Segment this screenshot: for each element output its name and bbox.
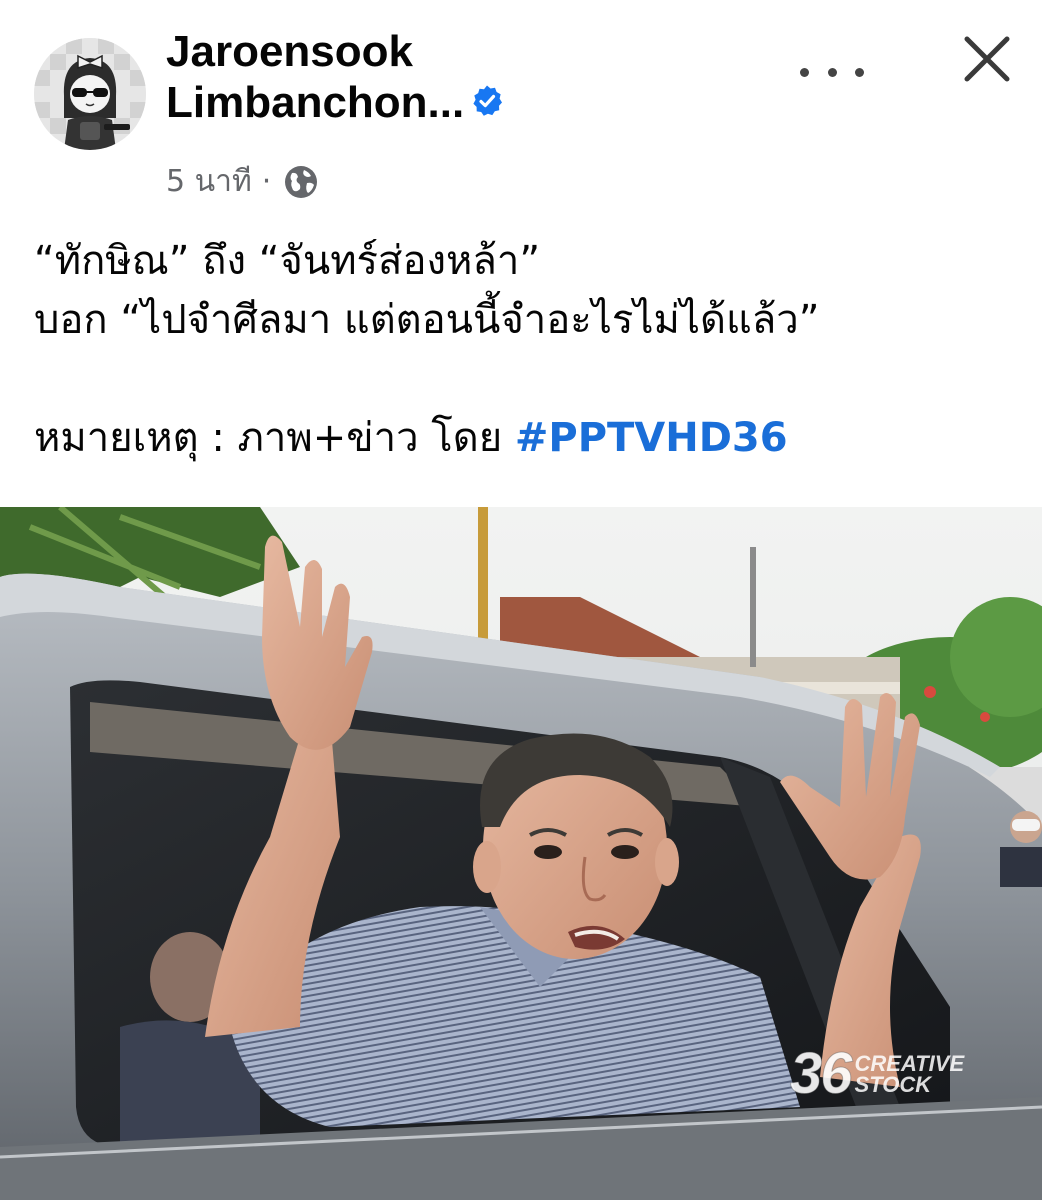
post-time[interactable]: 5 นาที [166, 158, 252, 205]
post-card: Jaroensook Limbanchon... 5 นาที · “ทักษิ… [0, 0, 1042, 1200]
post-note-prefix: หมายเหตุ : ภาพ+ข่าว โดย [34, 415, 515, 461]
post-meta: 5 นาที · [166, 158, 319, 205]
verified-badge-icon [473, 85, 503, 117]
more-dot [800, 67, 809, 77]
avatar-image [34, 38, 146, 150]
post-text: “ทักษิณ” ถึง “จันทร์ส่องหล้า” บอก “ไปจำศ… [34, 232, 1014, 468]
close-icon[interactable] [958, 30, 1016, 88]
post-text-line: บอก “ไปจำศีลมา แต่ตอนนี้จำอะไรไม่ได้แล้ว… [34, 297, 820, 343]
watermark-number: 36 [790, 1041, 853, 1107]
photo-watermark: 36 CREATIVE STOCK [790, 1040, 965, 1107]
watermark-words: CREATIVE STOCK [854, 1050, 965, 1097]
author-name[interactable]: Jaroensook Limbanchon... [166, 26, 726, 128]
post-photo[interactable]: 36 CREATIVE STOCK [0, 507, 1042, 1200]
watermark-word: CREATIVE [854, 1050, 965, 1076]
author-name-line1: Jaroensook [166, 27, 413, 76]
author-name-line2: Limbanchon... [166, 77, 726, 128]
hashtag-link[interactable]: #PPTVHD36 [515, 415, 788, 461]
post-note: หมายเหตุ : ภาพ+ข่าว โดย #PPTVHD36 [34, 409, 1014, 468]
avatar[interactable] [34, 38, 146, 150]
meta-separator: · [261, 164, 272, 199]
watermark-word: STOCK [854, 1071, 932, 1097]
more-options-icon[interactable] [800, 58, 864, 86]
globe-icon [285, 165, 318, 198]
author-name-line2-text: Limbanchon... [166, 78, 465, 127]
post-text-line: “ทักษิณ” ถึง “จันทร์ส่องหล้า” [34, 238, 541, 284]
more-dot [855, 67, 864, 77]
more-dot [827, 67, 837, 77]
